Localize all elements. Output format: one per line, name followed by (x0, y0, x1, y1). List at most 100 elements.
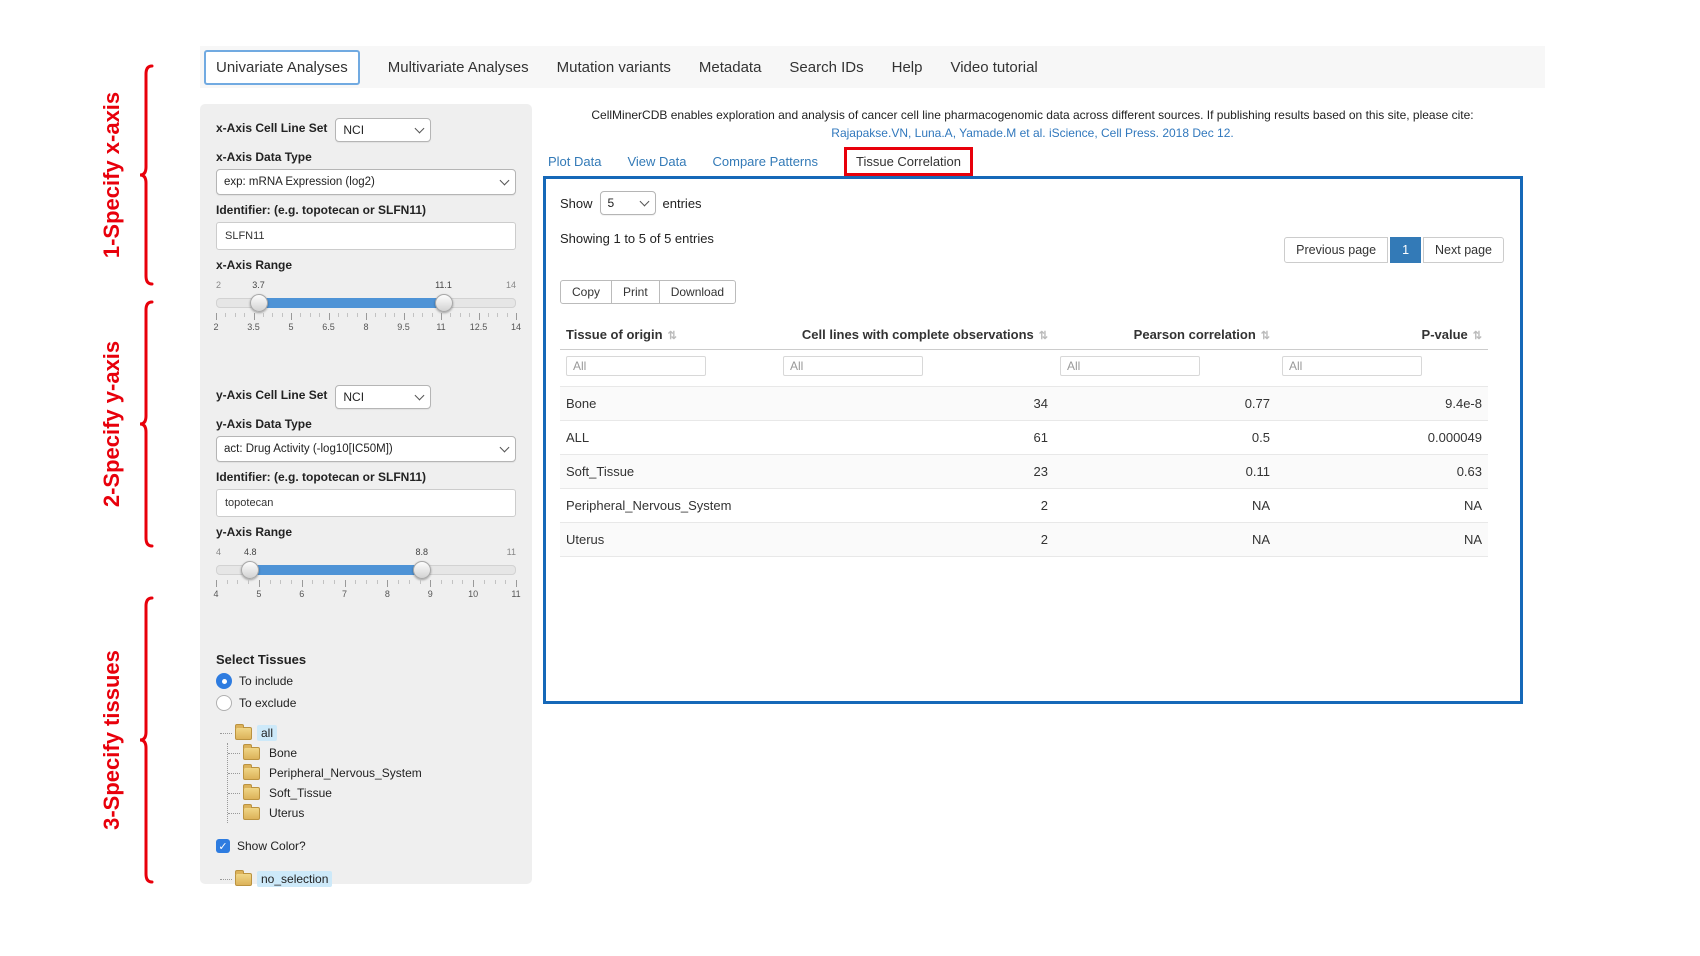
entries-select[interactable]: 5 (600, 191, 656, 215)
tree-item-peripheral-nervous-system[interactable]: Peripheral_Nervous_System (228, 763, 516, 783)
y-axis-range-slider[interactable]: 4114.88.84567891011 (216, 547, 516, 604)
y-data-type-value: act: Drug Activity (-log10[IC50M]) (224, 443, 393, 455)
range-from-label: 4.8 (244, 547, 257, 557)
y-cell-line-set-select[interactable]: NCI (335, 385, 431, 409)
y-cell-line-set-label: y-Axis Cell Line Set (216, 388, 327, 402)
column-header-cell-lines-with-complete-observations[interactable]: Cell lines with complete observations⇅ (777, 320, 1054, 350)
tick-minor (377, 580, 378, 584)
tab-metadata[interactable]: Metadata (699, 52, 762, 83)
tab-help[interactable]: Help (892, 52, 923, 83)
x-range-handle-upper[interactable] (435, 294, 453, 312)
x-axis-range-slider[interactable]: 2143.711.123.556.589.51112.514 (216, 280, 516, 337)
tick-major (254, 313, 255, 320)
x-range-handle-lower[interactable] (250, 294, 268, 312)
table-row[interactable]: Soft_Tissue230.110.63 (560, 455, 1488, 489)
y-range-handle-upper[interactable] (413, 561, 431, 579)
column-header-p-value[interactable]: P-value⇅ (1276, 320, 1488, 350)
tick-minor (441, 580, 442, 584)
table-row[interactable]: Peripheral_Nervous_System2NANA (560, 489, 1488, 523)
x-cell-line-set-select[interactable]: NCI (335, 118, 431, 142)
chevron-down-icon (500, 176, 510, 186)
table-row[interactable]: Uterus2NANA (560, 523, 1488, 557)
tree-item-bone[interactable]: Bone (228, 743, 516, 763)
tab-video-tutorial[interactable]: Video tutorial (950, 52, 1037, 83)
tree-connector (220, 733, 232, 734)
tree-item-uterus[interactable]: Uterus (228, 803, 516, 823)
y-identifier-input[interactable] (216, 489, 516, 517)
table-row[interactable]: ALL610.50.000049 (560, 421, 1488, 455)
table-cell: Bone (560, 387, 777, 421)
tree-item-no-selection[interactable]: no_selection (220, 869, 516, 889)
y-slider-track[interactable] (216, 563, 516, 577)
y-slider-labels: 4114.88.8 (216, 547, 516, 560)
y-range-handle-lower[interactable] (241, 561, 259, 579)
show-color-checkbox[interactable]: Show Color? (216, 839, 516, 853)
tick-major (516, 580, 517, 587)
tick-major (216, 580, 217, 587)
column-header-tissue-of-origin[interactable]: Tissue of origin ⇅ (560, 320, 777, 350)
tab-multivariate-analyses[interactable]: Multivariate Analyses (388, 52, 529, 83)
radio-to-exclude[interactable]: To exclude (216, 695, 516, 711)
next-page-button[interactable]: Next page (1423, 237, 1504, 263)
subtab-view-data[interactable]: View Data (627, 154, 686, 169)
filter-input-pearson-correlation[interactable] (1060, 356, 1200, 376)
tick-label: 5 (288, 322, 293, 332)
show-entries-row: Show 5 entries (560, 191, 1506, 215)
range-to-label: 11.1 (435, 280, 452, 290)
sort-icon: ⇅ (668, 330, 677, 342)
tick-minor (366, 580, 367, 584)
filter-input-cell-lines-with-complete-observations[interactable] (783, 356, 923, 376)
subtab-compare-patterns[interactable]: Compare Patterns (713, 154, 819, 169)
x-cell-line-set-label: x-Axis Cell Line Set (216, 121, 327, 135)
table-row[interactable]: Bone340.779.4e-8 (560, 387, 1488, 421)
tick-minor (452, 580, 453, 584)
tree-item-soft-tissue[interactable]: Soft_Tissue (228, 783, 516, 803)
table-cell: NA (1276, 489, 1488, 523)
subtab-tissue-correlation[interactable]: Tissue Correlation (844, 147, 973, 176)
print-button[interactable]: Print (611, 280, 660, 304)
tick-minor (469, 313, 470, 317)
x-slider-track[interactable] (216, 296, 516, 310)
tick-minor (237, 580, 238, 584)
x-slider-labels: 2143.711.1 (216, 280, 516, 293)
correlation-table: Tissue of origin⇅Cell lines with complet… (560, 320, 1488, 557)
column-label: Tissue of origin (566, 327, 663, 342)
folder-icon (243, 767, 260, 780)
tick-label: 14 (511, 322, 521, 332)
range-min-label: 2 (216, 280, 221, 290)
column-label: Pearson correlation (1134, 327, 1256, 342)
x-cell-line-set-value: NCI (343, 123, 364, 137)
tick-major (387, 580, 388, 587)
citation-link[interactable]: Rajapakse.VN, Luna.A, Yamade.M et al. iS… (545, 126, 1520, 140)
tick-major (259, 580, 260, 587)
tree-connector (228, 813, 240, 814)
bracket-tissues (138, 596, 154, 884)
bracket-y-axis (138, 300, 154, 548)
tick-minor (488, 313, 489, 317)
radio-to-include[interactable]: To include (216, 673, 516, 689)
tick-minor (235, 313, 236, 317)
bracket-x-axis (138, 64, 154, 286)
download-button[interactable]: Download (659, 280, 736, 304)
x-data-type-label: x-Axis Data Type (216, 150, 516, 164)
tab-mutation-variants[interactable]: Mutation variants (557, 52, 671, 83)
copy-button[interactable]: Copy (560, 280, 612, 304)
y-data-type-select[interactable]: act: Drug Activity (-log10[IC50M]) (216, 436, 516, 462)
entries-select-value: 5 (608, 196, 615, 210)
tick-label: 6.5 (322, 322, 335, 332)
tick-major (345, 580, 346, 587)
x-identifier-input[interactable] (216, 222, 516, 250)
current-page-button[interactable]: 1 (1390, 237, 1421, 263)
filter-input-tissue-of-origin[interactable] (566, 356, 706, 376)
tree-item-all[interactable]: all (220, 723, 516, 743)
column-header-pearson-correlation[interactable]: Pearson correlation⇅ (1054, 320, 1276, 350)
previous-page-button[interactable]: Previous page (1284, 237, 1388, 263)
table-cell: 2 (777, 523, 1054, 557)
sort-icon: ⇅ (1039, 330, 1048, 342)
tree-label: Uterus (265, 805, 308, 821)
x-data-type-select[interactable]: exp: mRNA Expression (log2) (216, 169, 516, 195)
tab-search-ids[interactable]: Search IDs (789, 52, 863, 83)
filter-input-p-value[interactable] (1282, 356, 1422, 376)
subtab-plot-data[interactable]: Plot Data (548, 154, 601, 169)
tab-univariate-analyses[interactable]: Univariate Analyses (204, 50, 360, 85)
